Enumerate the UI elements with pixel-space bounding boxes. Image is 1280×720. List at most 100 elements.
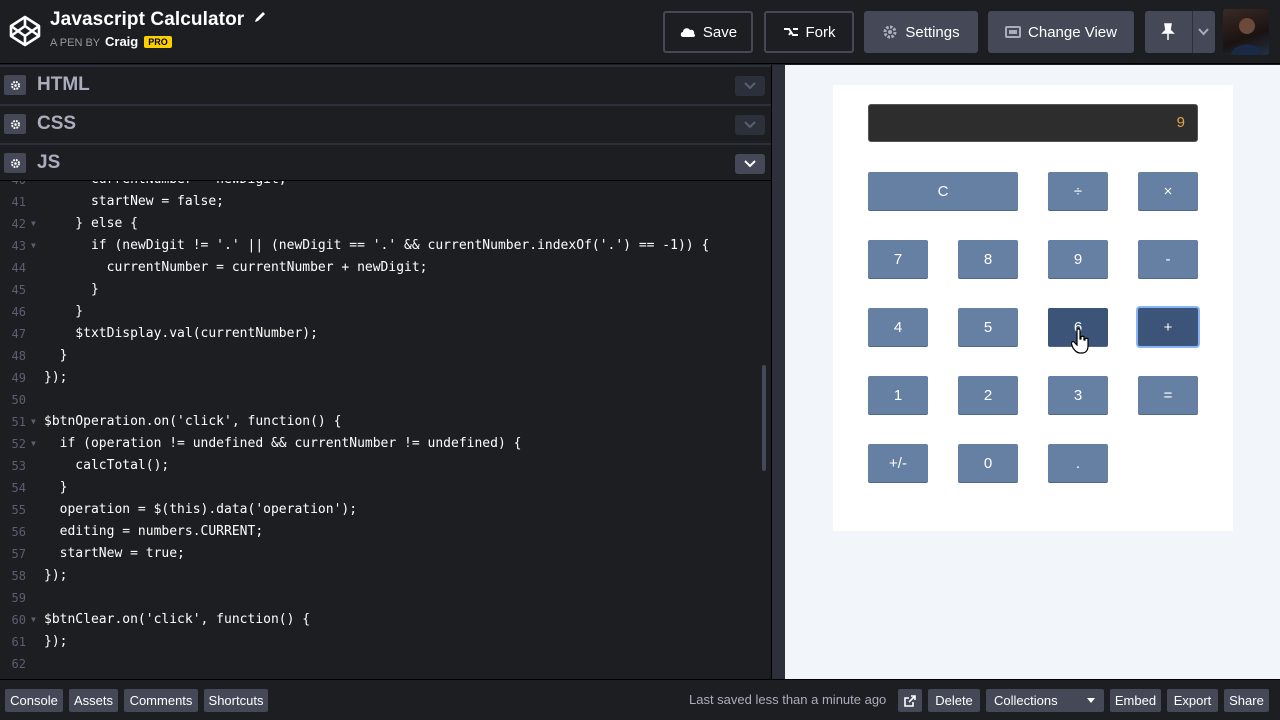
html-settings-gear[interactable]: [4, 75, 26, 95]
code-line[interactable]: 47 $txtDisplay.val(currentNumber);: [0, 323, 760, 345]
decimal-button[interactable]: .: [1048, 444, 1108, 482]
js-code-area[interactable]: 40 currentNumber = newDigit;41 startNew …: [0, 180, 771, 679]
user-avatar[interactable]: [1223, 9, 1269, 55]
pencil-icon[interactable]: [253, 10, 267, 24]
code-line[interactable]: 62: [0, 653, 760, 675]
code-line[interactable]: 60 ▼ $btnClear.on('click', function() {: [0, 609, 760, 631]
line-number: 49: [11, 371, 26, 385]
code-line[interactable]: 44 currentNumber = currentNumber + newDi…: [0, 257, 760, 279]
calculator-display[interactable]: 9: [868, 104, 1198, 142]
code-line[interactable]: 41 startNew = false;: [0, 191, 760, 213]
console-button[interactable]: Console: [5, 689, 63, 712]
fork-icon: [783, 28, 798, 36]
shortcuts-button[interactable]: Shortcuts: [204, 689, 268, 712]
html-pane-title: HTML: [37, 74, 90, 95]
digit-2-button[interactable]: 2: [958, 376, 1018, 414]
code-line[interactable]: 49});: [0, 367, 760, 389]
line-number: 57: [11, 547, 26, 561]
digit-5-button[interactable]: 5: [958, 308, 1018, 346]
divide-button[interactable]: ÷: [1048, 172, 1108, 210]
fork-button[interactable]: Fork: [764, 11, 854, 53]
save-button[interactable]: Save: [663, 11, 753, 53]
digit-4-button[interactable]: 4: [868, 308, 928, 346]
line-number: 53: [11, 459, 26, 473]
code-line[interactable]: 43 ▼ if (newDigit != '.' || (newDigit == …: [0, 235, 760, 257]
code-editor: HTML CSS JS 40 currentNumber = newDigit;…: [0, 65, 771, 679]
code-line[interactable]: 55 operation = $(this).data('operation')…: [0, 499, 760, 521]
assets-button[interactable]: Assets: [69, 689, 118, 712]
open-external-button[interactable]: [898, 689, 922, 712]
export-button[interactable]: Export: [1167, 689, 1218, 712]
digit-8-button[interactable]: 8: [958, 240, 1018, 278]
code-line[interactable]: 56 editing = numbers.CURRENT;: [0, 521, 760, 543]
css-settings-gear[interactable]: [4, 114, 26, 134]
fold-arrow-icon[interactable]: ▼: [31, 433, 36, 455]
digit-9-button[interactable]: 9: [1048, 240, 1108, 278]
js-settings-gear[interactable]: [4, 153, 26, 173]
digit-1-button[interactable]: 1: [868, 376, 928, 414]
code-text: if (operation != undefined && currentNum…: [44, 436, 522, 451]
collections-button[interactable]: Collections: [986, 689, 1104, 712]
code-line[interactable]: 57 startNew = true;: [0, 543, 760, 565]
css-pane-toggle[interactable]: [735, 115, 765, 135]
code-line[interactable]: 52 ▼ if (operation != undefined && curren…: [0, 433, 760, 455]
code-line[interactable]: 45 }: [0, 279, 760, 301]
comments-button[interactable]: Comments: [124, 689, 198, 712]
code-line[interactable]: 46 }: [0, 301, 760, 323]
codepen-logo-icon[interactable]: [8, 14, 42, 48]
code-line[interactable]: 53 calcTotal();: [0, 455, 760, 477]
pin-icon[interactable]: [1160, 23, 1176, 41]
code-text: if (newDigit != '.' || (newDigit == '.' …: [44, 238, 710, 253]
digit-7-button[interactable]: 7: [868, 240, 928, 278]
minus-button[interactable]: -: [1138, 240, 1198, 278]
line-number: 58: [11, 569, 26, 583]
negate-button[interactable]: +/-: [868, 444, 928, 482]
code-line[interactable]: 61});: [0, 631, 760, 653]
code-line[interactable]: 48 }: [0, 345, 760, 367]
js-pane-header[interactable]: JS: [0, 143, 771, 180]
code-text: currentNumber = currentNumber + newDigit…: [44, 260, 428, 275]
code-text: currentNumber = newDigit;: [44, 181, 287, 191]
line-number: 43: [11, 239, 26, 253]
share-button[interactable]: Share: [1224, 689, 1269, 712]
settings-button[interactable]: Settings: [864, 11, 978, 53]
line-number: 46: [11, 305, 26, 319]
js-pane-toggle[interactable]: [735, 154, 765, 174]
code-line[interactable]: 54 }: [0, 477, 760, 499]
resize-handle[interactable]: [771, 65, 785, 679]
digit-0-button[interactable]: 0: [958, 444, 1018, 482]
code-text: operation = $(this).data('operation');: [44, 502, 358, 517]
pin-separator: [1192, 11, 1193, 53]
equals-button[interactable]: =: [1138, 376, 1198, 414]
html-pane-header[interactable]: HTML: [0, 65, 771, 102]
fold-arrow-icon[interactable]: ▼: [31, 609, 36, 631]
preview-pane: 9 C ÷ × 7 8 9 - 4 5 6 + 1 2 3 = +/- 0 .: [785, 65, 1280, 679]
html-pane-toggle[interactable]: [735, 76, 765, 96]
clear-button[interactable]: C: [868, 172, 1018, 210]
delete-button[interactable]: Delete: [928, 689, 980, 712]
author-link[interactable]: Craig: [105, 34, 138, 49]
fold-arrow-icon[interactable]: ▼: [31, 235, 36, 257]
calculator: 9 C ÷ × 7 8 9 - 4 5 6 + 1 2 3 = +/- 0 .: [833, 85, 1233, 531]
code-line[interactable]: 40 currentNumber = newDigit;: [0, 181, 760, 191]
embed-button[interactable]: Embed: [1110, 689, 1161, 712]
multiply-button[interactable]: ×: [1138, 172, 1198, 210]
digit-3-button[interactable]: 3: [1048, 376, 1108, 414]
change-view-button[interactable]: Change View: [988, 11, 1134, 53]
footer-bar: Console Assets Comments Shortcuts Last s…: [0, 679, 1280, 720]
editor-scrollbar[interactable]: [762, 365, 766, 471]
fold-arrow-icon[interactable]: ▼: [31, 213, 36, 235]
chevron-down-icon: [744, 82, 756, 90]
pen-title[interactable]: Javascript Calculator: [50, 9, 244, 30]
chevron-down-icon[interactable]: [1198, 28, 1209, 36]
code-line[interactable]: 50: [0, 389, 760, 411]
css-pane-header[interactable]: CSS: [0, 104, 771, 141]
line-number: 62: [11, 657, 26, 671]
code-line[interactable]: 42 ▼ } else {: [0, 213, 760, 235]
plus-button[interactable]: +: [1138, 308, 1198, 346]
code-line[interactable]: 59: [0, 587, 760, 609]
caret-down-icon: [1087, 698, 1095, 703]
code-line[interactable]: 51 ▼ $btnOperation.on('click', function() …: [0, 411, 760, 433]
fold-arrow-icon[interactable]: ▼: [31, 411, 36, 433]
code-line[interactable]: 58});: [0, 565, 760, 587]
